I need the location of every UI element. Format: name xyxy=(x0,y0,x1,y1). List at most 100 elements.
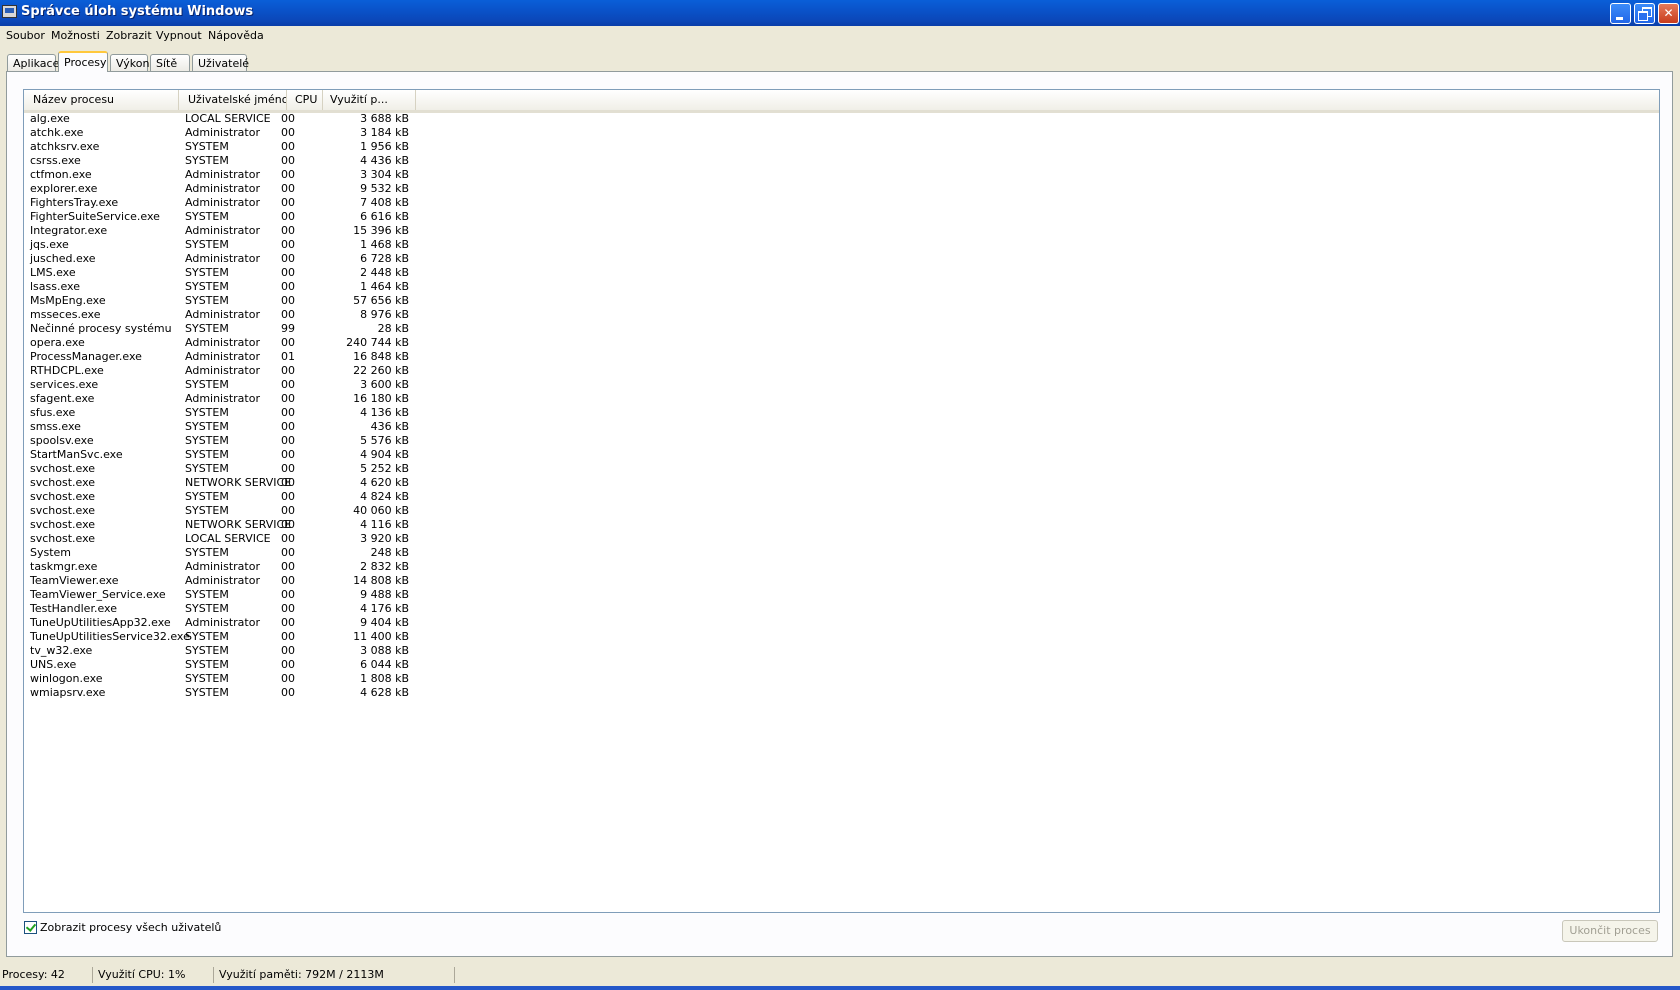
process-cpu-cell: 00 xyxy=(281,140,295,153)
table-row[interactable]: ProcessManager.exe Administrator 01 16 848 … xyxy=(24,350,424,364)
restore-button[interactable] xyxy=(1634,3,1655,24)
table-row[interactable]: TestHandler.exe SYSTEM 00 4 176 kB xyxy=(24,602,424,616)
process-user-cell: SYSTEM xyxy=(185,448,229,461)
process-memory-cell: 16 848 kB xyxy=(353,350,409,363)
table-row[interactable]: Integrator.exe Administrator 00 15 396 kB xyxy=(24,224,424,238)
table-row[interactable]: sfus.exe SYSTEM 00 4 136 kB xyxy=(24,406,424,420)
process-memory-cell: 248 kB xyxy=(370,546,409,559)
table-row[interactable]: FighterSuiteService.exe SYSTEM 00 6 616 kB xyxy=(24,210,424,224)
column-header-memory[interactable]: Využití p... xyxy=(323,90,416,110)
table-row[interactable]: StartManSvc.exe SYSTEM 00 4 904 kB xyxy=(24,448,424,462)
tab-procesy[interactable]: Procesy xyxy=(58,51,108,72)
table-row[interactable]: atchksrv.exe SYSTEM 00 1 956 kB xyxy=(24,140,424,154)
process-memory-cell: 6 616 kB xyxy=(360,210,409,223)
table-row[interactable]: wmiapsrv.exe SYSTEM 00 4 628 kB xyxy=(24,686,424,700)
table-row[interactable]: TeamViewer.exe Administrator 00 14 808 kB xyxy=(24,574,424,588)
process-memory-cell: 1 956 kB xyxy=(360,140,409,153)
show-all-users-label[interactable]: Zobrazit procesy všech uživatelů xyxy=(40,921,221,934)
table-row[interactable]: Nečinné procesy systému SYSTEM 99 28 kB xyxy=(24,322,424,336)
process-user-cell: SYSTEM xyxy=(185,378,229,391)
process-name-cell: TeamViewer_Service.exe xyxy=(30,588,166,601)
process-name-cell: TeamViewer.exe xyxy=(30,574,119,587)
table-row[interactable]: svchost.exe SYSTEM 00 40 060 kB xyxy=(24,504,424,518)
process-list[interactable]: Název procesu Uživatelské jméno CPU Využ… xyxy=(23,89,1660,913)
process-memory-cell: 40 060 kB xyxy=(353,504,409,517)
process-cpu-cell: 00 xyxy=(281,224,295,237)
process-user-cell: SYSTEM xyxy=(185,140,229,153)
table-row[interactable]: svchost.exe NETWORK SERVICE 00 4 116 kB xyxy=(24,518,424,532)
process-user-cell: NETWORK SERVICE xyxy=(185,518,292,531)
process-memory-cell: 9 532 kB xyxy=(360,182,409,195)
table-row[interactable]: ctfmon.exe Administrator 00 3 304 kB xyxy=(24,168,424,182)
table-row[interactable]: FightersTray.exe Administrator 00 7 408 kB xyxy=(24,196,424,210)
process-name-cell: FightersTray.exe xyxy=(30,196,119,209)
tab-site[interactable]: Sítě xyxy=(150,54,190,71)
process-cpu-cell: 00 xyxy=(281,672,295,685)
table-row[interactable]: TuneUpUtilitiesApp32.exe Administrator 00 9… xyxy=(24,616,424,630)
column-header-cpu[interactable]: CPU xyxy=(287,90,323,110)
process-memory-cell: 4 620 kB xyxy=(360,476,409,489)
table-row[interactable]: UNS.exe SYSTEM 00 6 044 kB xyxy=(24,658,424,672)
table-row[interactable]: RTHDCPL.exe Administrator 00 22 260 kB xyxy=(24,364,424,378)
column-header-name[interactable]: Název procesu xyxy=(24,90,179,110)
table-row[interactable]: LMS.exe SYSTEM 00 2 448 kB xyxy=(24,266,424,280)
process-cpu-cell: 00 xyxy=(281,504,295,517)
table-row[interactable]: alg.exe LOCAL SERVICE 00 3 688 kB xyxy=(24,112,424,126)
table-row[interactable]: svchost.exe SYSTEM 00 4 824 kB xyxy=(24,490,424,504)
close-button[interactable]: ✕ xyxy=(1658,3,1679,24)
table-row[interactable]: csrss.exe SYSTEM 00 4 436 kB xyxy=(24,154,424,168)
table-row[interactable]: atchk.exe Administrator 00 3 184 kB xyxy=(24,126,424,140)
process-name-cell: sfagent.exe xyxy=(30,392,95,405)
process-cpu-cell: 00 xyxy=(281,112,295,125)
task-manager-icon[interactable] xyxy=(2,5,17,18)
table-row[interactable]: explorer.exe Administrator 00 9 532 kB xyxy=(24,182,424,196)
table-row[interactable]: System SYSTEM 00 248 kB xyxy=(24,546,424,560)
minimize-button[interactable] xyxy=(1610,3,1631,24)
menu-soubor[interactable]: Soubor xyxy=(6,29,45,42)
process-user-cell: Administrator xyxy=(185,168,260,181)
table-row[interactable]: jqs.exe SYSTEM 00 1 468 kB xyxy=(24,238,424,252)
process-user-cell: SYSTEM xyxy=(185,672,229,685)
table-row[interactable]: spoolsv.exe SYSTEM 00 5 576 kB xyxy=(24,434,424,448)
table-row[interactable]: services.exe SYSTEM 00 3 600 kB xyxy=(24,378,424,392)
title-bar[interactable]: Správce úloh systému Windows ✕ xyxy=(0,0,1680,26)
process-cpu-cell: 00 xyxy=(281,126,295,139)
process-cpu-cell: 00 xyxy=(281,574,295,587)
table-row[interactable]: svchost.exe SYSTEM 00 5 252 kB xyxy=(24,462,424,476)
table-row[interactable]: sfagent.exe Administrator 00 16 180 kB xyxy=(24,392,424,406)
tab-vykon[interactable]: Výkon xyxy=(110,54,149,71)
table-row[interactable]: smss.exe SYSTEM 00 436 kB xyxy=(24,420,424,434)
menu-vypnout[interactable]: Vypnout xyxy=(156,29,202,42)
process-memory-cell: 22 260 kB xyxy=(353,364,409,377)
table-row[interactable]: msseces.exe Administrator 00 8 976 kB xyxy=(24,308,424,322)
process-user-cell: Administrator xyxy=(185,336,260,349)
tab-uzivatele[interactable]: Uživatelé xyxy=(192,54,249,71)
process-memory-cell: 9 488 kB xyxy=(360,588,409,601)
column-header-user[interactable]: Uživatelské jméno xyxy=(179,90,287,110)
process-cpu-cell: 00 xyxy=(281,280,295,293)
menu-napoveda[interactable]: Nápověda xyxy=(208,29,264,42)
table-row[interactable]: TuneUpUtilitiesService32.exe SYSTEM 00 11 4… xyxy=(24,630,424,644)
table-row[interactable]: lsass.exe SYSTEM 00 1 464 kB xyxy=(24,280,424,294)
checkbox-checked-icon[interactable] xyxy=(24,921,37,934)
tab-aplikace[interactable]: Aplikace xyxy=(7,54,59,71)
process-name-cell: ProcessManager.exe xyxy=(30,350,142,363)
table-row[interactable]: TeamViewer_Service.exe SYSTEM 00 9 488 kB xyxy=(24,588,424,602)
process-user-cell: SYSTEM xyxy=(185,294,229,307)
table-row[interactable]: tv_w32.exe SYSTEM 00 3 088 kB xyxy=(24,644,424,658)
table-row[interactable]: jusched.exe Administrator 00 6 728 kB xyxy=(24,252,424,266)
process-memory-cell: 4 436 kB xyxy=(360,154,409,167)
process-name-cell: csrss.exe xyxy=(30,154,81,167)
table-row[interactable]: taskmgr.exe Administrator 00 2 832 kB xyxy=(24,560,424,574)
process-name-cell: explorer.exe xyxy=(30,182,98,195)
process-cpu-cell: 00 xyxy=(281,182,295,195)
process-user-cell: SYSTEM xyxy=(185,658,229,671)
table-row[interactable]: svchost.exe LOCAL SERVICE 00 3 920 kB xyxy=(24,532,424,546)
menu-moznosti[interactable]: Možnosti xyxy=(51,29,100,42)
table-row[interactable]: svchost.exe NETWORK SERVICE 00 4 620 kB xyxy=(24,476,424,490)
end-process-button[interactable]: Ukončit proces xyxy=(1562,920,1658,942)
menu-zobrazit[interactable]: Zobrazit xyxy=(106,29,152,42)
table-row[interactable]: MsMpEng.exe SYSTEM 00 57 656 kB xyxy=(24,294,424,308)
table-row[interactable]: opera.exe Administrator 00 240 744 kB xyxy=(24,336,424,350)
table-row[interactable]: winlogon.exe SYSTEM 00 1 808 kB xyxy=(24,672,424,686)
